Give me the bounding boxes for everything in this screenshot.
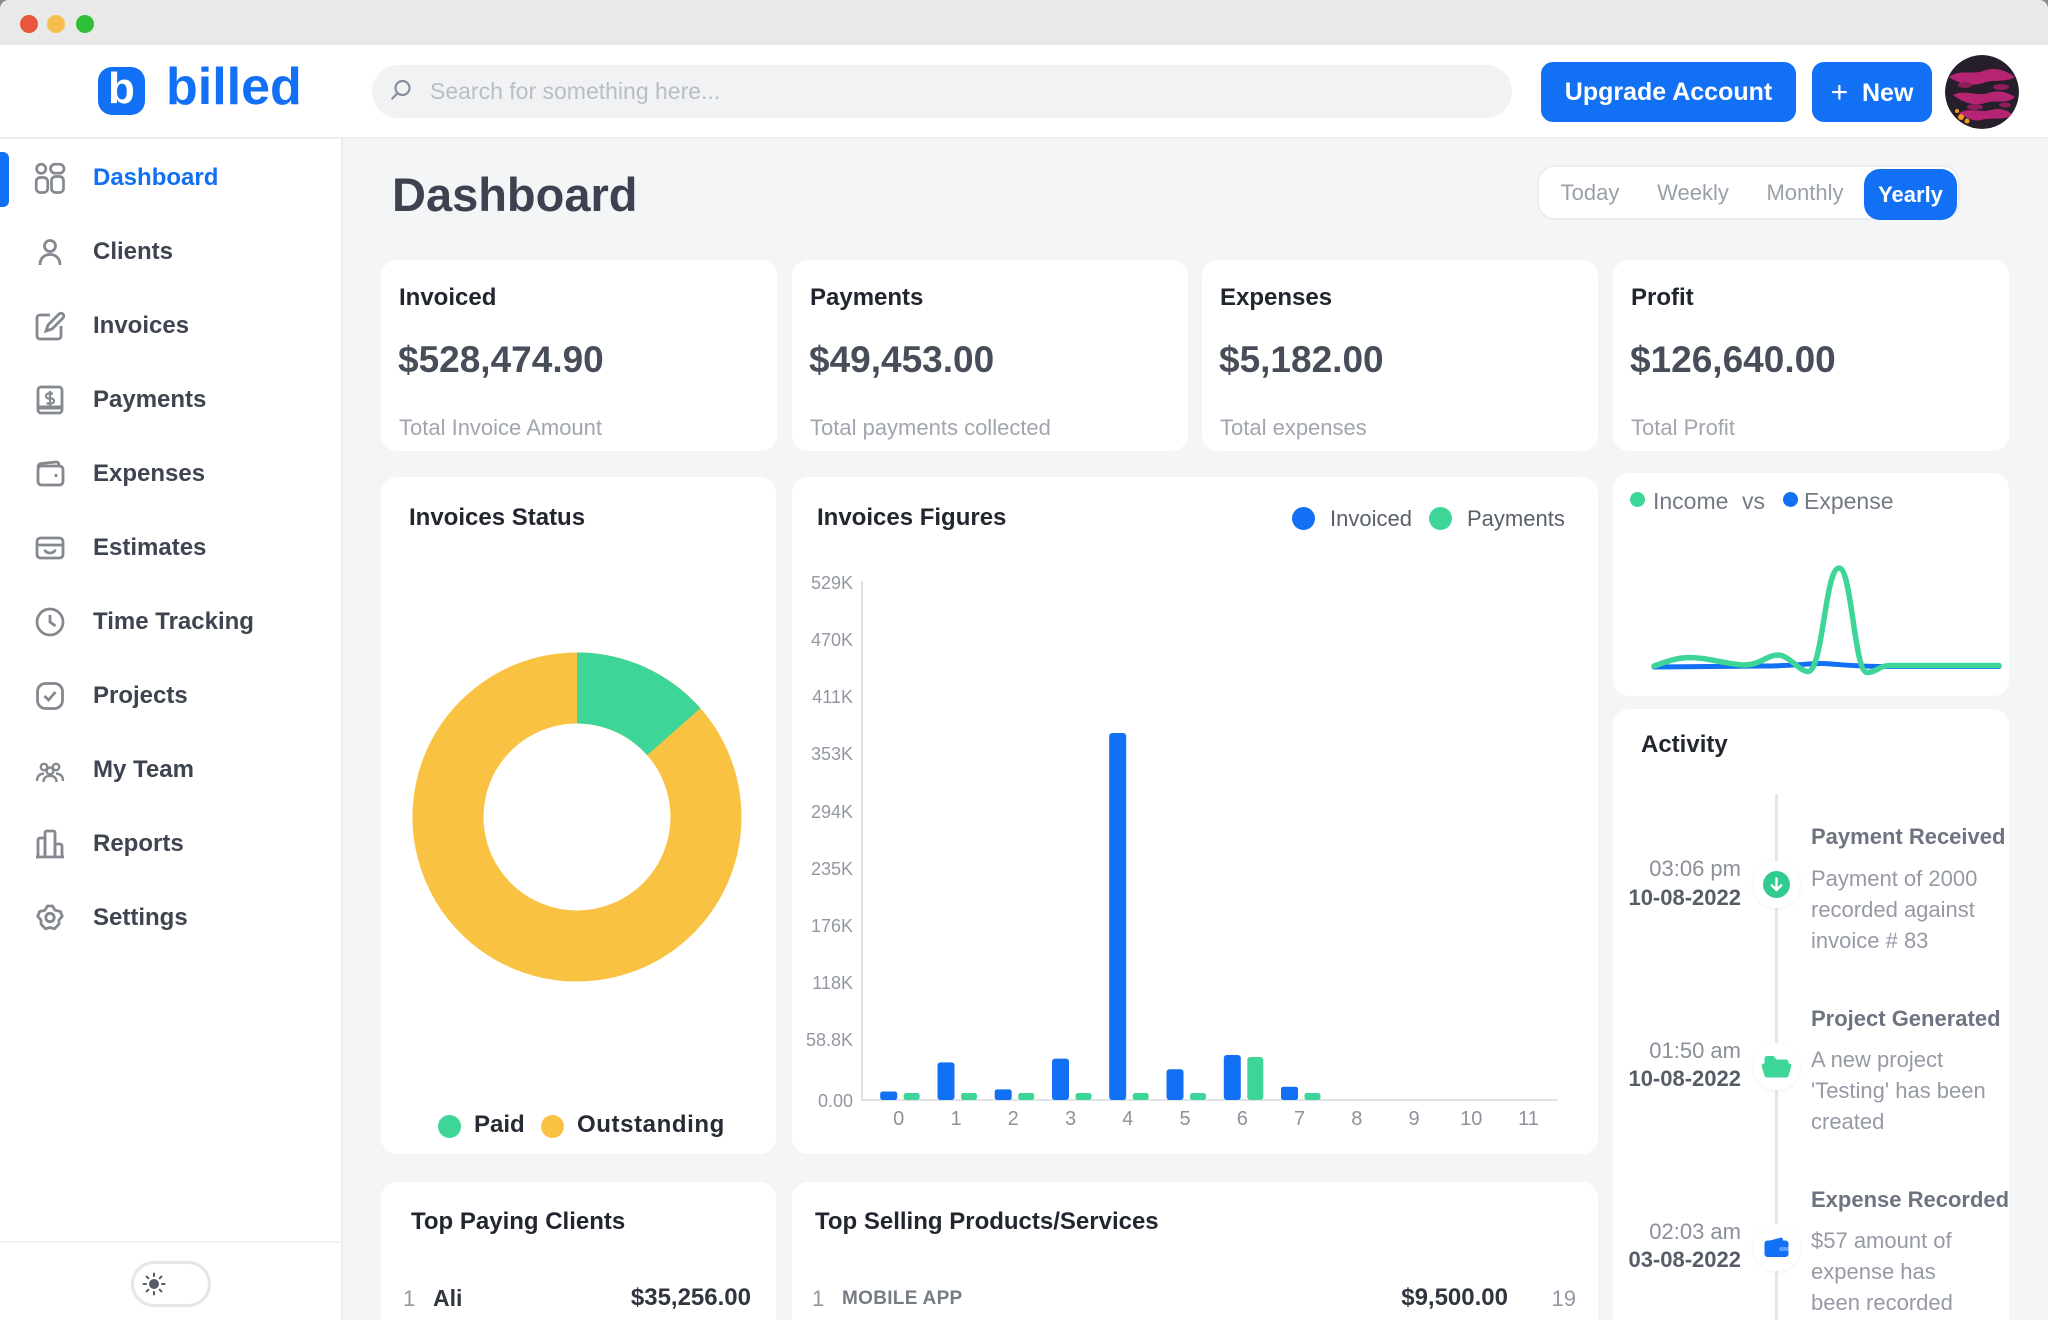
svg-text:118K: 118K [812,973,853,993]
svg-text:9: 9 [1408,1108,1419,1130]
svg-text:7: 7 [1294,1108,1305,1130]
svg-text:58.8K: 58.8K [806,1030,853,1050]
svg-text:235K: 235K [811,859,853,879]
svg-text:2: 2 [1008,1108,1019,1130]
svg-text:4: 4 [1122,1108,1133,1130]
svg-text:470K: 470K [811,630,853,650]
svg-text:8: 8 [1351,1108,1362,1130]
svg-text:411K: 411K [812,687,853,707]
svg-text:11: 11 [1518,1108,1539,1130]
svg-text:1: 1 [950,1108,961,1130]
svg-text:10: 10 [1460,1108,1482,1130]
svg-text:5: 5 [1179,1108,1190,1130]
svg-text:0: 0 [893,1108,904,1130]
svg-text:6: 6 [1237,1108,1248,1130]
svg-text:529K: 529K [811,573,853,593]
svg-text:176K: 176K [811,916,853,936]
svg-text:353K: 353K [811,744,853,764]
svg-text:3: 3 [1065,1108,1076,1130]
svg-text:0.00: 0.00 [818,1091,853,1111]
svg-text:294K: 294K [811,802,853,822]
